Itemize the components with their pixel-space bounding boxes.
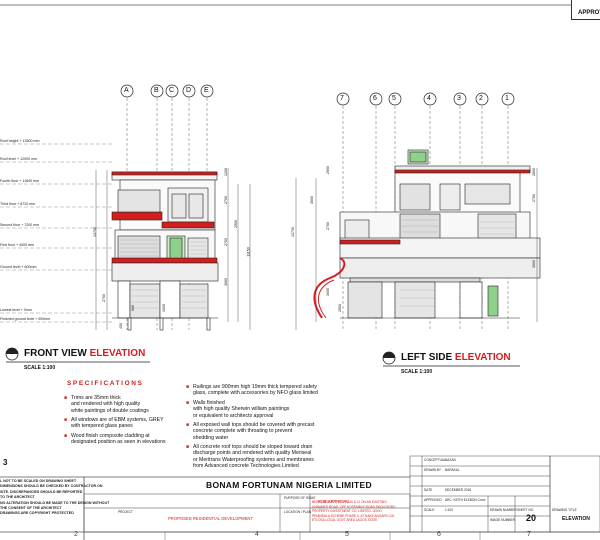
- dimension-label: 3600: [310, 196, 314, 204]
- tb-mid-label: DRAWING TITLE: [552, 508, 577, 512]
- dimension-label: 13730: [93, 227, 97, 237]
- dimension-label: 2700: [224, 238, 228, 246]
- dimension-label: 2700: [532, 194, 536, 202]
- grid-label: C: [169, 87, 175, 94]
- tb-field-value: ARC. KEITH ELEBON Crum: [445, 498, 486, 502]
- column-marker: 6: [437, 531, 441, 538]
- column-marker: 5: [345, 531, 349, 538]
- drawing-title: ELEVATION: [562, 516, 590, 522]
- dimension-label: 2500: [234, 220, 238, 228]
- location-label: LOCATION / PLAN: [284, 510, 312, 514]
- sheet-number: 20: [526, 513, 537, 523]
- dimension-label: 2700: [326, 222, 330, 230]
- project-value: PROPOSED RESIDENTIAL DEVELOPMENT: [168, 516, 254, 521]
- dimension-label: 2700: [102, 294, 106, 302]
- front-view-title-accent: ELEVATION: [89, 348, 146, 359]
- dimension-label: 2900: [326, 166, 330, 174]
- column-marker: 2: [74, 531, 78, 538]
- dimension-label: 13730: [291, 227, 295, 237]
- grid-label: 1: [505, 95, 509, 102]
- tb-mid-label: SHEET NO.: [517, 508, 535, 512]
- tb-mid-label: DRAWN NUMBER: [490, 508, 517, 512]
- sheet-mark: 3: [3, 458, 8, 467]
- spec-item: All concrete roof tops should be sloped …: [186, 444, 314, 470]
- front-view-title-main: FRONT VIEW: [24, 348, 87, 359]
- tb-field-value: NAZAN: [445, 458, 456, 462]
- tb-field-value: 1:100: [445, 508, 453, 512]
- project-label: PROJECT: [118, 510, 133, 514]
- tb-field-value: BARAKAL: [445, 468, 460, 472]
- spec-item: Wood finish composite cladding at design…: [64, 433, 166, 446]
- side-view-title-accent: ELEVATION: [454, 352, 511, 363]
- level-label: Ground level + 600mm: [0, 265, 37, 269]
- dimension-label: 2700: [224, 196, 228, 204]
- grid-label: 4: [427, 95, 431, 102]
- tb-field-label: DATE: [424, 488, 433, 492]
- level-label: Lowest level + 0mm: [0, 308, 32, 312]
- tb-field-label: APPROVED: [424, 498, 442, 502]
- tb-mid-label: IMAGE NUMBER: [490, 518, 515, 522]
- dimension-label: 450: [119, 323, 123, 329]
- location-value: BEING BLOCK 1, PLOTS 10 & 11 ON AN EXIST…: [312, 500, 396, 523]
- dimension-label: 3000: [532, 260, 536, 268]
- side-view-scale: SCALE 1:100: [401, 369, 433, 375]
- side-view-title: LEFT SIDE ELEVATION: [401, 352, 511, 363]
- level-label: First floor + 4000 mm: [0, 243, 35, 247]
- level-label: Second floor + 7200 mm: [0, 223, 40, 227]
- column-marker: 4: [255, 531, 259, 538]
- level-label: Fourth floor + 11600 mm: [0, 179, 40, 183]
- dimension-label: 3000: [224, 278, 228, 286]
- tb-field-label: DRAWN BY: [424, 468, 442, 472]
- approval-header: APPROV: [571, 0, 600, 20]
- tb-field-label: CONCEPTUAL: [424, 458, 446, 462]
- grid-label: B: [154, 87, 159, 94]
- grid-label: 3: [457, 95, 461, 102]
- purpose-label: PURPOSE OF ISSUE: [284, 496, 316, 500]
- column-marker: 7: [527, 531, 531, 538]
- tb-field-label: SCALE: [424, 508, 435, 512]
- dimension-label: 1000: [162, 304, 166, 312]
- side-elevation: [295, 92, 541, 330]
- level-label: Finished ground level + 000mm: [0, 317, 51, 321]
- drawing-notes: L NOT TO BE SCALED ON DRAWING SHEET DIME…: [0, 479, 110, 516]
- dimension-label: 900: [131, 305, 135, 311]
- dimension-label: 11150: [246, 247, 251, 257]
- grid-label: E: [204, 87, 209, 94]
- dimension-label: 2800: [532, 168, 536, 176]
- dimension-label: 1200: [224, 168, 228, 176]
- level-label: Roof height + 13500 mm: [0, 139, 40, 143]
- spec-item: Trims are 35mm thick and rendered with h…: [64, 395, 149, 414]
- company-name: BONAM FORTUNAM NIGERIA LIMITED: [206, 480, 372, 490]
- front-elevation: [0, 84, 251, 331]
- front-view-scale: SCALE 1:100: [24, 365, 56, 371]
- tb-field-value: DECEMBER 2018: [445, 488, 472, 492]
- spec-item: Railings are 900mm high 19mm thick tempe…: [186, 384, 318, 397]
- spec-item: All exposed wall tops should be covered …: [186, 422, 314, 441]
- level-label: Roof level + 12000 mm: [0, 157, 38, 161]
- grid-label: 5: [392, 95, 396, 102]
- grid-label: 2: [479, 95, 483, 102]
- level-label: Third floor + 8720 mm: [0, 202, 36, 206]
- spec-item: Walls finished with high quality Sherwin…: [186, 400, 289, 419]
- grid-label: 6: [373, 95, 377, 102]
- grid-label: A: [124, 87, 129, 94]
- dimension-label: 3000: [326, 288, 330, 296]
- spec-item: All windows are of EBM systems, GREY wit…: [64, 417, 164, 430]
- dimension-label: 2500: [338, 304, 342, 312]
- grid-label: D: [186, 87, 192, 94]
- specifications-title: SPECIFICATIONS: [67, 380, 144, 387]
- front-view-title: FRONT VIEW ELEVATION: [24, 348, 145, 359]
- grid-label: 7: [340, 95, 344, 102]
- side-view-title-main: LEFT SIDE: [401, 352, 453, 363]
